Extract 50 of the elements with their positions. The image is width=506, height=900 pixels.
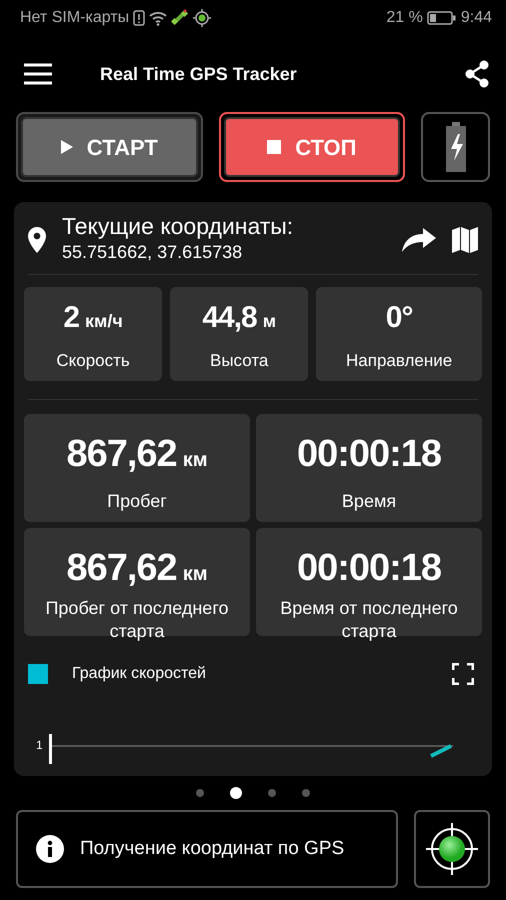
stop-button[interactable]: СТОП: [218, 112, 406, 182]
stat-label: Скорость: [56, 350, 130, 372]
legend-label: График скоростей: [72, 664, 206, 684]
stat-value: 00:00:18: [296, 546, 442, 592]
stat-unit: км: [182, 448, 208, 474]
start-button[interactable]: СТАРТ: [16, 112, 203, 182]
gps-icon: [193, 9, 212, 27]
page-indicator-dot[interactable]: [268, 789, 276, 797]
stat-value: 0°: [386, 300, 412, 336]
axis-tick-label: 1: [36, 739, 43, 752]
stat-label: Пробег: [106, 490, 168, 513]
alert-icon: [133, 10, 146, 26]
stop-icon: [267, 140, 282, 154]
play-icon: [60, 140, 73, 154]
page-indicator-dot[interactable]: [230, 787, 242, 799]
share-arrow-icon[interactable]: [402, 228, 436, 252]
battery-button[interactable]: [421, 112, 490, 182]
locate-button[interactable]: [414, 810, 490, 888]
share-icon[interactable]: [464, 60, 490, 88]
page-indicator-dot[interactable]: [302, 789, 310, 797]
stat-label: Пробег от последнего старта: [44, 597, 230, 643]
stat-label: Время от последнего старта: [279, 597, 459, 643]
menu-icon[interactable]: [24, 63, 52, 85]
battery-icon: [426, 10, 457, 26]
crosshair-icon: [424, 821, 480, 877]
stat-value: 00:00:18: [296, 432, 442, 478]
coordinates-title: Текущие координаты:: [62, 214, 294, 240]
location-pin-icon: [28, 227, 46, 254]
stat-unit: м: [262, 310, 276, 334]
stat-value: 44,8: [202, 300, 257, 336]
info-icon: [36, 835, 64, 863]
app-title: Real Time GPS Tracker: [100, 62, 297, 86]
stat-value: 867,62: [66, 432, 177, 478]
battery-percent: 21 %: [386, 8, 423, 28]
stat-value: 2: [63, 300, 80, 336]
gps-status-text: Получение координат по GPS: [80, 836, 344, 861]
wifi-icon: [149, 10, 168, 26]
carrier-text: Нет SIM-карты: [20, 8, 130, 28]
stat-unit: км/ч: [85, 310, 123, 334]
page-indicator-dot[interactable]: [196, 789, 204, 797]
satellite-icon: [171, 9, 190, 27]
clock-time: 9:44: [460, 8, 492, 28]
stat-label: Направление: [346, 350, 452, 372]
stat-label: Время: [340, 490, 398, 513]
map-icon[interactable]: [452, 227, 478, 254]
coordinates-value: 55.751662, 37.615738: [62, 241, 244, 264]
fullscreen-icon[interactable]: [452, 663, 474, 686]
stat-value: 867,62: [66, 546, 177, 592]
stat-label: Высота: [210, 350, 268, 372]
stat-unit: км: [182, 562, 208, 588]
